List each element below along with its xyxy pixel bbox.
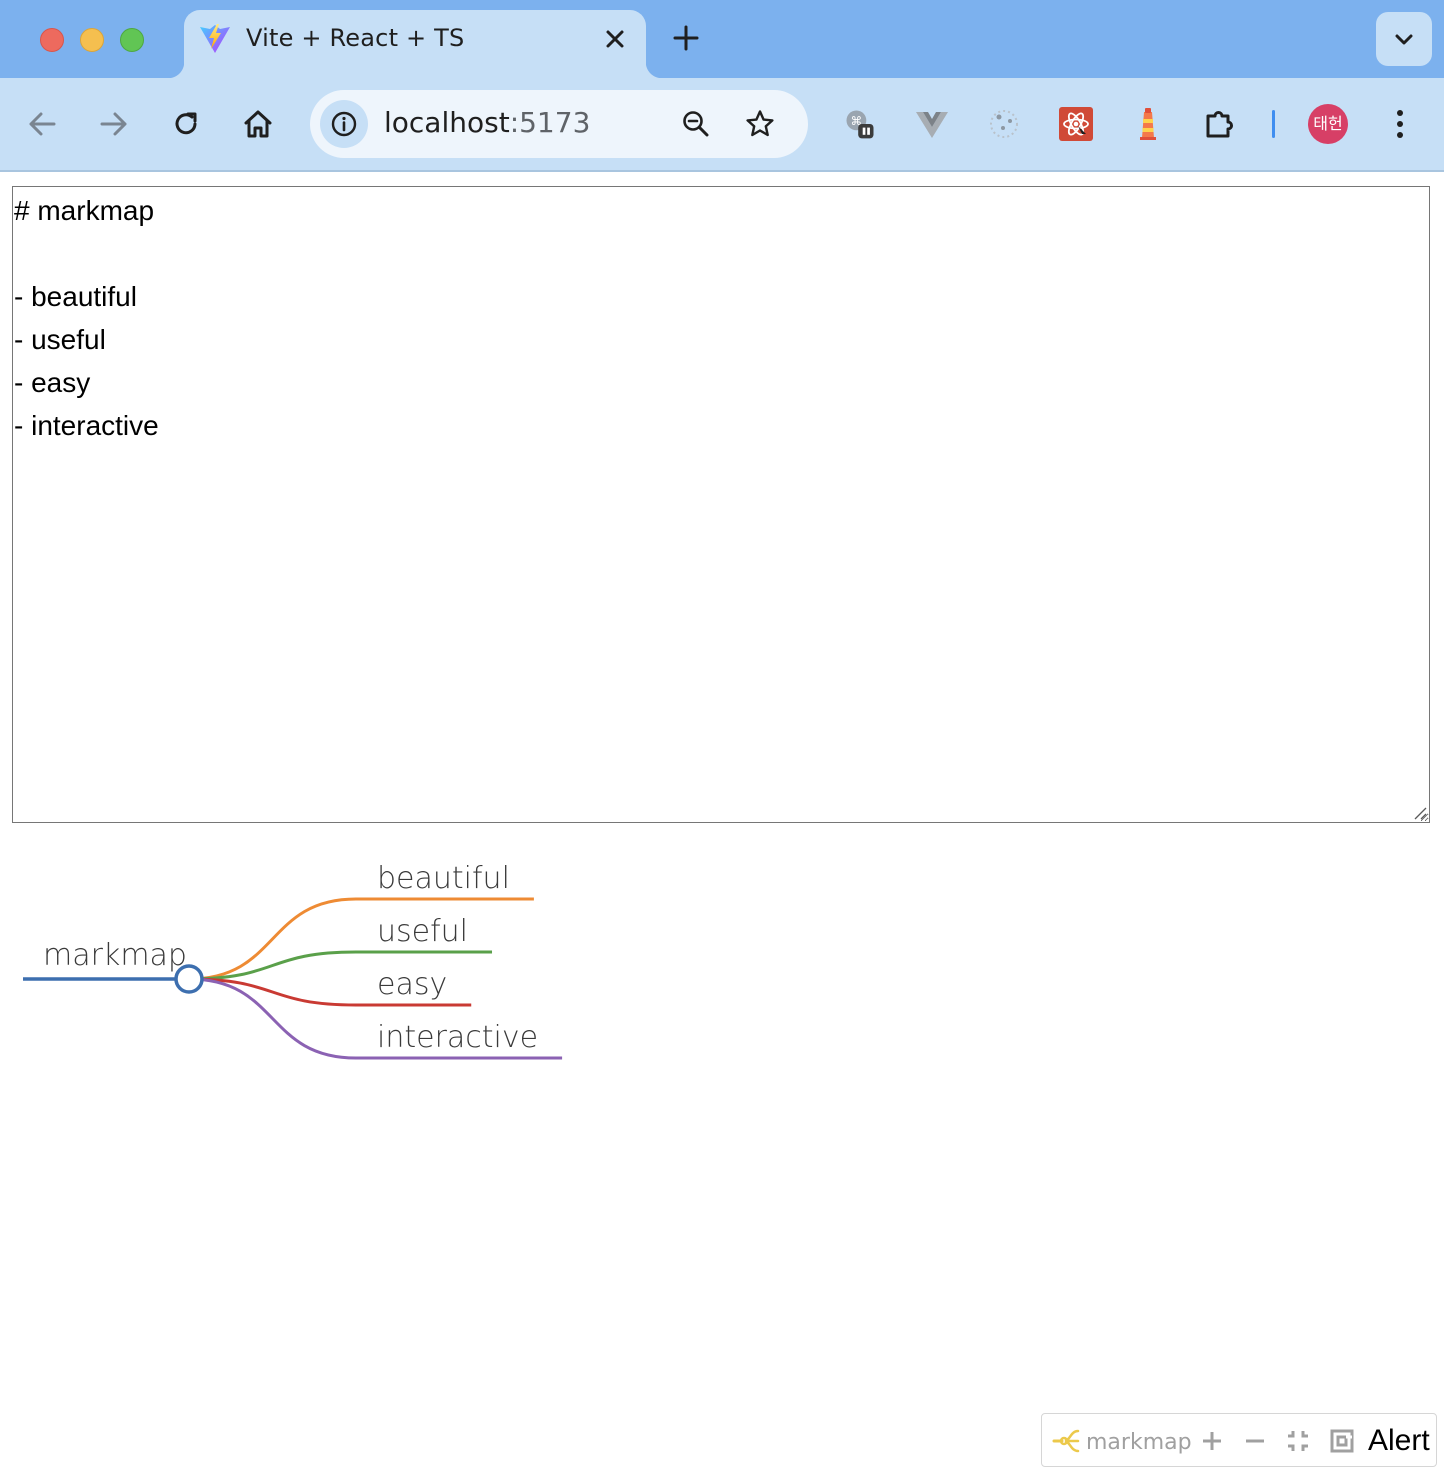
tab-strip: Vite + React + TS: [0, 0, 1444, 78]
mindmap-node-label[interactable]: useful: [377, 914, 468, 949]
forward-arrow-icon[interactable]: [96, 106, 132, 142]
window-close-button[interactable]: [40, 28, 64, 52]
back-arrow-icon[interactable]: [24, 106, 60, 142]
url-host: localhost: [384, 106, 510, 139]
profile-avatar[interactable]: 태헌: [1308, 104, 1348, 144]
reload-icon[interactable]: [168, 106, 204, 142]
tab-search-button[interactable]: [1376, 12, 1432, 66]
mindmap-root-label[interactable]: markmap: [43, 938, 187, 973]
vue-devtools-icon[interactable]: [914, 106, 950, 142]
window-minimize-button[interactable]: [80, 28, 104, 52]
toolbar-divider: [1272, 110, 1275, 138]
home-icon[interactable]: [240, 106, 276, 142]
info-icon: [331, 111, 357, 137]
zoom-in-icon[interactable]: [1198, 1427, 1226, 1455]
dotted-circle-extension-icon[interactable]: [986, 106, 1022, 142]
more-vertical-icon[interactable]: [1388, 104, 1412, 144]
site-info-button[interactable]: [320, 100, 368, 148]
extensions-puzzle-icon[interactable]: [1202, 106, 1238, 142]
markdown-editor[interactable]: [12, 186, 1430, 823]
react-devtools-icon[interactable]: [1058, 106, 1094, 142]
mindmap-link: [188, 950, 357, 981]
url-port: :5173: [509, 106, 591, 139]
new-tab-plus-icon[interactable]: [670, 22, 702, 54]
tab-title: Vite + React + TS: [246, 24, 465, 52]
toolbar-bottom-border: [0, 170, 1444, 172]
active-tab[interactable]: Vite + React + TS: [168, 10, 662, 78]
markmap-logo-icon[interactable]: [1050, 1426, 1082, 1456]
fit-window-icon[interactable]: [1284, 1427, 1312, 1455]
chevron-down-icon: [1395, 34, 1413, 45]
mindmap-node-label[interactable]: easy: [377, 967, 447, 1002]
recurse-toggle-icon[interactable]: [1328, 1427, 1356, 1455]
zoom-magnifier-icon[interactable]: [680, 108, 712, 140]
alert-button[interactable]: Alert: [1368, 1424, 1430, 1458]
mindmap-fold-circle[interactable]: [174, 964, 204, 994]
paused-extension-icon[interactable]: ⌘: [842, 106, 878, 142]
bookmark-star-icon[interactable]: [744, 108, 776, 140]
mindmap-node-label[interactable]: interactive: [377, 1020, 538, 1055]
close-tab-icon[interactable]: [602, 26, 628, 52]
zoom-out-icon[interactable]: [1241, 1427, 1269, 1455]
url-text: localhost:5173: [384, 106, 590, 139]
markmap-brand-label[interactable]: markmap: [1086, 1430, 1192, 1455]
markmap-canvas[interactable]: markmap beautiful useful easy interactive: [0, 830, 1444, 1430]
mindmap-node-label[interactable]: beautiful: [377, 861, 510, 896]
lighthouse-icon[interactable]: [1130, 106, 1166, 142]
resize-grip-icon[interactable]: [1410, 803, 1428, 821]
window-maximize-button[interactable]: [120, 28, 144, 52]
browser-toolbar: localhost:5173 ⌘ 태헌: [0, 78, 1444, 170]
address-bar[interactable]: localhost:5173: [310, 90, 808, 158]
markmap-toolbar: markmap Alert: [1041, 1413, 1437, 1467]
vite-logo-icon: [200, 24, 230, 53]
